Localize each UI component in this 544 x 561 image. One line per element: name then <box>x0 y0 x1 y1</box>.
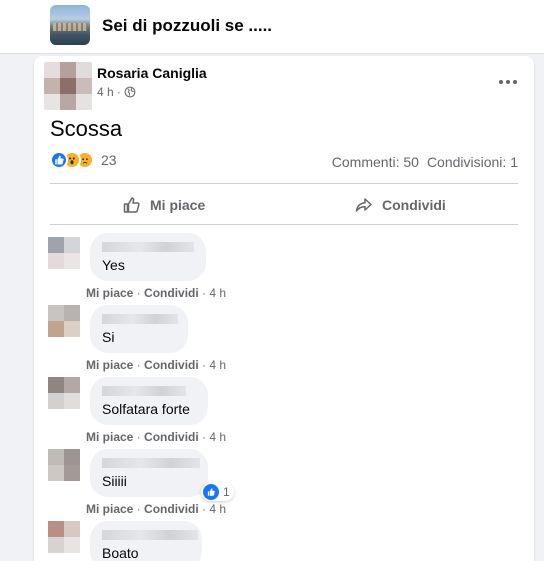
divider <box>50 183 518 184</box>
comment-share-link[interactable]: Condividi <box>144 286 199 300</box>
commenter-name[interactable] <box>102 458 200 468</box>
commenter-name[interactable] <box>102 386 186 396</box>
comment-like-link[interactable]: Mi piace <box>86 286 133 300</box>
post-card: Rosaria Caniglia 4 h · Scossa 23 Comment… <box>34 56 534 561</box>
comment-bubble: Si <box>90 305 188 353</box>
comment-actions: Mi piace · Condividi · 4 h <box>86 502 227 516</box>
author-avatar[interactable] <box>44 62 92 110</box>
comment-time[interactable]: 4 h <box>209 430 226 444</box>
comment-time[interactable]: 4 h <box>209 286 226 300</box>
post-author-name[interactable]: Rosaria Caniglia <box>97 65 207 81</box>
group-cover-image[interactable] <box>50 5 90 45</box>
divider <box>50 224 518 225</box>
comment-share-link[interactable]: Condividi <box>144 502 199 516</box>
comment-like-link[interactable]: Mi piace <box>86 502 133 516</box>
like-icon <box>203 484 219 500</box>
like-label: Mi piace <box>150 197 206 213</box>
comment-actions: Mi piace · Condividi · 4 h <box>86 286 227 300</box>
comment-share-link[interactable]: Condividi <box>144 430 199 444</box>
comment-share-link[interactable]: Condividi <box>144 358 199 372</box>
comment-time[interactable]: 4 h <box>209 502 226 516</box>
comment-like-link[interactable]: Mi piace <box>86 430 133 444</box>
comments-count[interactable]: Commenti: 50 <box>332 154 419 170</box>
globe-icon <box>124 86 136 98</box>
share-arrow-icon <box>355 198 372 212</box>
commenter-name[interactable] <box>102 530 198 540</box>
comment-text: Siiiii <box>102 473 127 489</box>
commenter-avatar[interactable] <box>48 449 80 481</box>
comment-bubble: Yes <box>90 233 206 281</box>
post-text: Scossa <box>50 116 123 141</box>
thumbs-up-icon <box>123 197 140 213</box>
comment-bubble: Solfatara forte <box>90 377 208 425</box>
reactions-summary[interactable]: 23 <box>50 151 117 169</box>
group-name[interactable]: Sei di pozzuoli se ..... <box>102 16 272 36</box>
comment-actions: Mi piace · Condividi · 4 h <box>86 358 227 372</box>
comment-actions: Mi piace · Condividi · 4 h <box>86 430 227 444</box>
comment-like-badge[interactable]: 1 <box>201 483 234 501</box>
shares-count[interactable]: Condivisioni: 1 <box>427 154 518 170</box>
post-stats: Commenti: 50 Condivisioni: 1 <box>332 154 518 170</box>
commenter-name[interactable] <box>102 314 178 324</box>
share-button[interactable]: Condividi <box>354 190 446 220</box>
post-meta: 4 h · <box>97 85 136 99</box>
comment-like-count: 1 <box>223 485 230 499</box>
comment-like-link[interactable]: Mi piace <box>86 358 133 372</box>
commenter-avatar[interactable] <box>48 521 80 553</box>
post-time[interactable]: 4 h <box>97 85 114 99</box>
more-options-button[interactable] <box>496 70 520 94</box>
like-button[interactable]: Mi piace <box>122 190 205 220</box>
comment-text: Yes <box>102 257 125 273</box>
comment-time[interactable]: 4 h <box>209 358 226 372</box>
ellipsis-icon <box>499 80 517 84</box>
reaction-count: 23 <box>101 152 117 168</box>
comment-bubble: Boato <box>90 521 202 561</box>
commenter-avatar[interactable] <box>48 377 80 409</box>
commenter-avatar[interactable] <box>48 305 80 337</box>
commenter-avatar[interactable] <box>48 237 80 269</box>
comment-text: Solfatara forte <box>102 401 190 417</box>
like-icon <box>50 151 68 169</box>
group-header: Sei di pozzuoli se ..... <box>0 0 544 54</box>
comment-text: Si <box>102 329 115 345</box>
commenter-name[interactable] <box>102 242 194 252</box>
share-label: Condividi <box>382 197 446 213</box>
comment-bubble: Siiiii <box>90 449 208 497</box>
comment-text: Boato <box>102 545 139 561</box>
